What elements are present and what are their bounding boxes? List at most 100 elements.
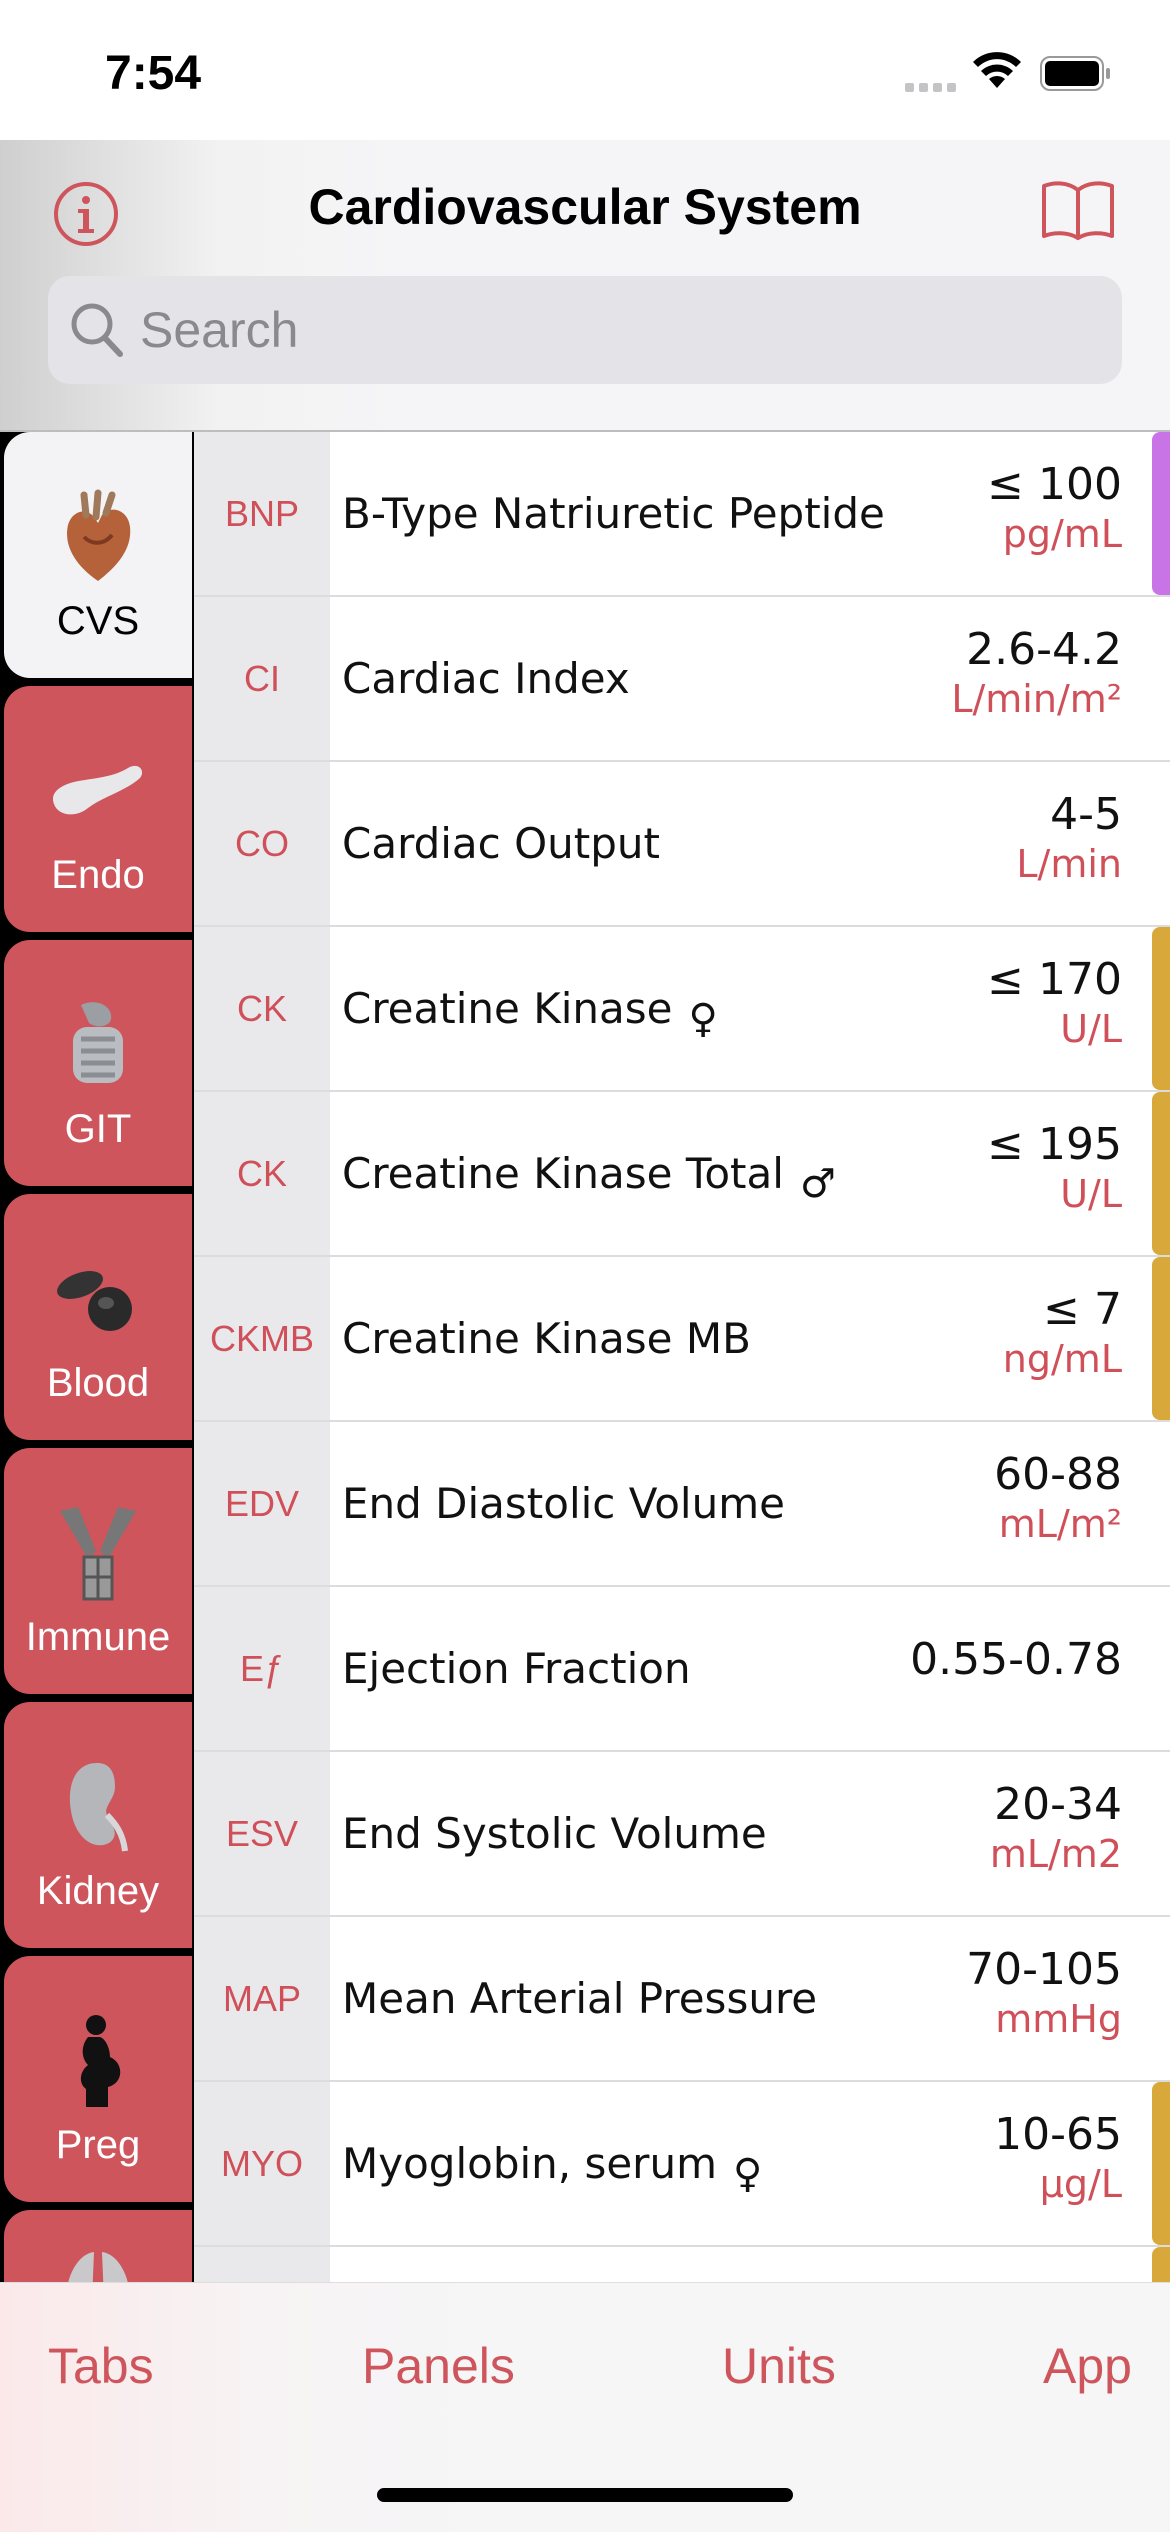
sidebar-tab-label: GIT xyxy=(64,1107,132,1151)
test-name: Creatine Kinase xyxy=(342,984,673,1033)
category-marker xyxy=(1152,2247,1170,2282)
sidebar-tab-label: Blood xyxy=(46,1361,150,1405)
reference-range-value: ≤ 195 xyxy=(987,1119,1122,1170)
list-item[interactable]: EDV End Diastolic Volume 60-88 mL/m² xyxy=(194,1422,1170,1587)
category-marker xyxy=(1152,1092,1170,1255)
test-name-cell: B-Type Natriuretic Peptide xyxy=(342,432,885,595)
test-name: End Diastolic Volume xyxy=(342,1479,785,1528)
kidney-icon xyxy=(43,1759,153,1855)
reference-range-unit: L/min xyxy=(1016,842,1122,886)
reference-range-value: 60-88 xyxy=(994,1449,1122,1500)
test-name-cell: Mean Arterial Pressure xyxy=(342,1917,817,2080)
reference-range-value: 2.6-4.2 xyxy=(966,624,1122,675)
female-symbol-icon: ♀ xyxy=(733,2150,763,2197)
lungs-icon xyxy=(43,2228,153,2282)
male-symbol-icon: ♂ xyxy=(799,1160,836,1207)
test-abbreviation: ESV xyxy=(194,1752,330,1915)
sidebar-tab-cvs[interactable]: CVS xyxy=(4,432,192,678)
test-name: Mean Arterial Pressure xyxy=(342,1974,818,2023)
list-item[interactable]: ESV End Systolic Volume 20-34 mL/m2 xyxy=(194,1752,1170,1917)
list-item[interactable]: MAP Mean Arterial Pressure 70-105 mmHg xyxy=(194,1917,1170,2082)
sidebar-tab-label: Endo xyxy=(51,853,145,897)
test-abbreviation: BNP xyxy=(194,432,330,595)
test-name: Creatine Kinase MB xyxy=(342,1314,751,1363)
tab-panels[interactable]: Panels xyxy=(362,2337,515,2395)
tab-units[interactable]: Units xyxy=(722,2337,836,2395)
search-icon xyxy=(71,303,123,357)
reference-range-unit: mL/m2 xyxy=(989,1832,1122,1876)
list-item[interactable]: MYO Myoglobin, serum ♀ 10-65 µg/L xyxy=(194,2082,1170,2247)
test-abbreviation: CK xyxy=(194,1092,330,1255)
test-name: Cardiac Output xyxy=(342,819,660,868)
test-name: Cardiac Index xyxy=(342,654,630,703)
home-indicator xyxy=(377,2488,793,2502)
reference-range-value: 4-5 xyxy=(1050,789,1122,840)
test-abbreviation: Eƒ xyxy=(194,1587,330,1750)
reference-range-unit: L/min/m² xyxy=(951,677,1122,721)
reference-range-value: ≤ 7 xyxy=(1043,1284,1122,1335)
reference-range-value: 70-105 xyxy=(966,1944,1122,1995)
test-name: End Systolic Volume xyxy=(342,1809,767,1858)
status-time: 7:54 xyxy=(105,47,202,100)
list-item[interactable]: CK Creatine Kinase ♀ ≤ 170 U/L xyxy=(194,927,1170,1092)
sidebar-tab-label: Preg xyxy=(55,2123,141,2167)
page-title: Cardiovascular System xyxy=(308,179,862,235)
search-input[interactable] xyxy=(140,276,1100,384)
list-item[interactable]: CKMB Creatine Kinase MB ≤ 7 ng/mL xyxy=(194,1257,1170,1422)
list-item[interactable]: CO Cardiac Output 4-5 L/min xyxy=(194,762,1170,927)
category-marker xyxy=(1152,927,1170,1090)
reference-range-value: ≤ 170 xyxy=(987,954,1122,1005)
test-abbreviation: EDV xyxy=(194,1422,330,1585)
test-name: Ejection Fraction xyxy=(342,1644,691,1693)
pregnant-icon xyxy=(43,2013,153,2109)
sidebar-tab-immune[interactable]: Immune xyxy=(4,1448,192,1694)
sidebar-tab-label: CVS xyxy=(56,599,140,643)
header: Cardiovascular System xyxy=(0,140,1170,430)
heart-icon xyxy=(43,489,153,585)
test-abbreviation: CO xyxy=(194,762,330,925)
reference-range-unit: µg/L xyxy=(1039,2162,1122,2206)
sidebar-tab-partial[interactable] xyxy=(4,2210,192,2282)
sidebar-tab-endo[interactable]: Endo xyxy=(4,686,192,932)
test-name-cell: Cardiac Index xyxy=(342,597,630,760)
sidebar-tab-blood[interactable]: Blood xyxy=(4,1194,192,1440)
test-name-cell: End Diastolic Volume xyxy=(342,1422,785,1585)
book-icon[interactable] xyxy=(1040,178,1116,242)
list-item[interactable]: CI Cardiac Index 2.6-4.2 L/min/m² xyxy=(194,597,1170,762)
reference-range-unit: U/L xyxy=(1060,1172,1122,1216)
tab-tabs[interactable]: Tabs xyxy=(48,2337,154,2395)
test-abbreviation: CI xyxy=(194,597,330,760)
reference-range-value: ≤ 100 xyxy=(987,459,1122,510)
antibody-icon xyxy=(43,1505,153,1601)
test-name-cell: Myoglobin, serum ♀ xyxy=(342,2082,762,2245)
category-marker xyxy=(1152,1257,1170,1420)
category-marker xyxy=(1152,432,1170,595)
tab-app[interactable]: App xyxy=(1043,2337,1132,2395)
list-item[interactable]: CK Creatine Kinase Total ♂ ≤ 195 U/L xyxy=(194,1092,1170,1257)
intestine-icon xyxy=(43,997,153,1093)
list-item[interactable]: BNP B-Type Natriuretic Peptide ≤ 100 pg/mL xyxy=(194,432,1170,597)
test-name: B-Type Natriuretic Peptide xyxy=(342,489,885,538)
reference-range-value: 0.55-0.78 xyxy=(910,1634,1122,1685)
test-abbreviation: MYO xyxy=(194,2082,330,2245)
sidebar-tab-git[interactable]: GIT xyxy=(4,940,192,1186)
test-abbreviation: MAP xyxy=(194,1917,330,2080)
blood-cell-icon xyxy=(43,1251,153,1347)
list-item[interactable] xyxy=(194,2247,1170,2282)
test-abbreviation: CKMB xyxy=(194,1257,330,1420)
sidebar-tab-kidney[interactable]: Kidney xyxy=(4,1702,192,1948)
test-name-cell: Creatine Kinase Total ♂ xyxy=(342,1092,836,1255)
reference-range-value: 10-65 xyxy=(994,2109,1122,2160)
list-item[interactable]: Eƒ Ejection Fraction 0.55-0.78 xyxy=(194,1587,1170,1752)
reference-range-unit: ng/mL xyxy=(1002,1337,1122,1381)
reference-range-unit: pg/mL xyxy=(1002,512,1122,556)
cellular-signal-icon xyxy=(905,83,956,92)
test-name-cell: Creatine Kinase ♀ xyxy=(342,927,718,1090)
status-bar: 7:54 xyxy=(0,0,1170,140)
category-marker xyxy=(1152,2082,1170,2245)
test-abbreviation xyxy=(194,2247,330,2282)
sidebar-tab-preg[interactable]: Preg xyxy=(4,1956,192,2202)
sidebar-tab-label: Immune xyxy=(25,1615,171,1659)
search-bar[interactable] xyxy=(48,276,1122,384)
lab-values-list: BNP B-Type Natriuretic Peptide ≤ 100 pg/mL C… xyxy=(194,430,1170,2282)
